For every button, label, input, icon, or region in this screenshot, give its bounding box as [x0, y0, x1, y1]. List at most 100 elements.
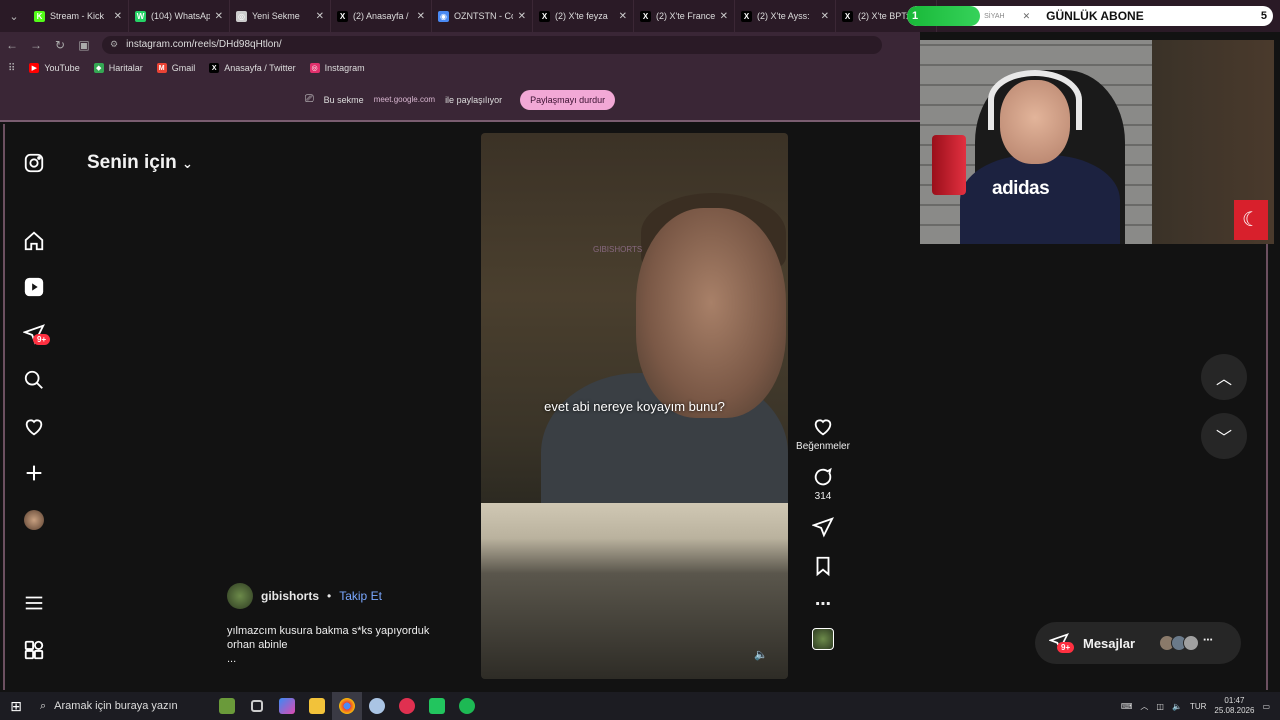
- description-line-1: yılmazcım kusura bakma s*ks yapıyorduk: [227, 625, 430, 637]
- browser-tab[interactable]: K Stream - Kick ✕: [28, 0, 129, 32]
- tab-search-chevron-icon[interactable]: ⌄: [0, 10, 28, 23]
- address-bar-row: ← → ↻ ▣ ⚙ instagram.com/reels/DHd98qHtlo…: [0, 32, 920, 57]
- profile-avatar[interactable]: [23, 509, 45, 531]
- sub-count-current: 1: [912, 10, 919, 22]
- copilot-icon[interactable]: [272, 692, 302, 720]
- follow-button[interactable]: Takip Et: [339, 589, 382, 603]
- reload-icon[interactable]: ↻: [48, 38, 72, 52]
- file-explorer-icon[interactable]: [302, 692, 332, 720]
- close-tab-icon[interactable]: ✕: [417, 11, 425, 22]
- notification-center-icon[interactable]: ▭: [1262, 702, 1270, 711]
- close-tab-icon[interactable]: ✕: [114, 11, 122, 22]
- kick-icon: K: [34, 10, 45, 22]
- close-tab-icon[interactable]: ✕: [316, 11, 324, 22]
- shirt-logo-text: adidas: [992, 178, 1050, 199]
- tray-expand-icon[interactable]: ︿: [1140, 701, 1148, 712]
- bookmark-item[interactable]: ◎ Instagram: [309, 63, 365, 73]
- url-field[interactable]: ⚙ instagram.com/reels/DHd98qHtlon/: [102, 35, 882, 54]
- turkey-flag-icon: ☾: [1234, 200, 1268, 240]
- close-tab-icon[interactable]: ✕: [821, 11, 829, 22]
- comment-button[interactable]: 314: [795, 466, 851, 502]
- notifications-heart-icon[interactable]: [23, 416, 45, 438]
- previous-reel-button[interactable]: ︿: [1201, 354, 1247, 400]
- browser-tab[interactable]: W (104) WhatsApp ✕: [129, 0, 230, 32]
- next-reel-button[interactable]: ﹀: [1201, 413, 1247, 459]
- bookmark-item[interactable]: X Anasayfa / Twitter: [209, 63, 296, 73]
- share-domain: meet.google.com: [373, 95, 436, 104]
- network-icon[interactable]: ◫: [1156, 702, 1164, 711]
- close-tab-icon[interactable]: ✕: [720, 11, 728, 22]
- screen-share-icon: ⎚: [304, 93, 314, 105]
- comments-count: 314: [814, 491, 832, 502]
- share-button[interactable]: [795, 516, 851, 541]
- also-from-meta-icon[interactable]: [23, 639, 45, 661]
- bookmark-item[interactable]: ◆ Haritalar: [93, 63, 143, 73]
- tabs-container: K Stream - Kick ✕ W (104) WhatsApp ✕ ◎ Yeni Sek…: [28, 0, 937, 32]
- description-more[interactable]: ...: [227, 652, 457, 666]
- back-icon[interactable]: ←: [0, 38, 24, 52]
- chevron-down-icon: ⌄: [182, 156, 193, 171]
- keyboard-icon[interactable]: ⌨: [1121, 702, 1133, 711]
- share-prefix: Bu sekme: [323, 94, 364, 105]
- more-options-icon[interactable]: ⋯: [795, 594, 851, 614]
- comment-icon: [814, 467, 832, 486]
- create-plus-icon[interactable]: [23, 462, 45, 484]
- bookmark-label: Instagram: [324, 63, 365, 73]
- save-button[interactable]: [795, 555, 851, 580]
- close-tab-icon[interactable]: ✕: [1023, 11, 1031, 22]
- home-icon[interactable]: [23, 230, 45, 252]
- browser-tab[interactable]: X (2) X'te feyza ✕: [533, 0, 634, 32]
- instagram-logo-icon[interactable]: [23, 152, 45, 174]
- browser-tab[interactable]: X (2) Anasayfa / ✕: [331, 0, 432, 32]
- notification-badge: 9+: [33, 334, 51, 345]
- windows-start-icon[interactable]: ⊞: [0, 698, 32, 715]
- like-button[interactable]: Beğenmeler: [795, 416, 851, 452]
- language-indicator[interactable]: TUR: [1190, 702, 1206, 711]
- site-info-icon[interactable]: ⚙: [110, 39, 118, 50]
- taskbar-search[interactable]: ⌕ Aramak için buraya yazın: [32, 692, 212, 720]
- clock[interactable]: 01:47 25.08.2026: [1214, 696, 1254, 716]
- stop-sharing-button[interactable]: Paylaşmayı durdur: [520, 89, 616, 110]
- bookmark-item[interactable]: ▶ YouTube: [29, 63, 80, 73]
- close-tab-icon[interactable]: ✕: [215, 11, 223, 22]
- obs-icon[interactable]: [392, 692, 422, 720]
- settings-app-icon[interactable]: [362, 692, 392, 720]
- webcam-overlay: adidas ☾: [920, 40, 1274, 244]
- tab-label: Yeni Sekme: [252, 11, 300, 21]
- chrome-icon[interactable]: [332, 692, 362, 720]
- share-suffix: ile paylaşılıyor: [445, 94, 503, 105]
- url-text: instagram.com/reels/DHd98qHtlon/: [126, 39, 282, 50]
- author-username[interactable]: gibishorts: [261, 589, 319, 603]
- reel-actions: Beğenmeler 314 ⋯: [795, 416, 851, 664]
- author-avatar[interactable]: [227, 583, 253, 609]
- messages-label: Mesajlar: [1083, 635, 1136, 651]
- task-view-icon[interactable]: [242, 692, 272, 720]
- headset-icon: [988, 70, 1082, 130]
- volume-tray-icon[interactable]: 🔈: [1172, 702, 1182, 711]
- game-app-icon[interactable]: [212, 692, 242, 720]
- clock-date: 25.08.2026: [1214, 706, 1255, 715]
- more-menu-icon[interactable]: [23, 592, 45, 614]
- reel-video[interactable]: GIBISHORTS evet abi nereye koyayım bunu?…: [481, 133, 788, 679]
- spotify-icon[interactable]: [452, 692, 482, 720]
- video-subtitle: evet abi nereye koyayım bunu?: [544, 399, 725, 414]
- audio-thumbnail[interactable]: [795, 628, 851, 650]
- sidepanel-icon[interactable]: ▣: [72, 38, 96, 52]
- likes-label: Beğenmeler: [796, 441, 850, 452]
- bookmark-item[interactable]: M Gmail: [156, 63, 195, 73]
- close-tab-icon[interactable]: ✕: [518, 11, 526, 22]
- close-tab-icon[interactable]: ✕: [619, 11, 627, 22]
- feed-title-dropdown[interactable]: Senin için ⌄: [87, 152, 193, 174]
- streaming-app-icon[interactable]: [422, 692, 452, 720]
- browser-tab[interactable]: X (2) X'te France ✕: [634, 0, 735, 32]
- volume-icon[interactable]: 🔈: [754, 648, 768, 661]
- browser-tab[interactable]: ◉ OZNTSTN - Co ✕: [432, 0, 533, 32]
- browser-tab[interactable]: ◎ Yeni Sekme ✕: [230, 0, 331, 32]
- author-separator: •: [327, 589, 332, 603]
- forward-icon[interactable]: →: [24, 38, 48, 52]
- search-icon[interactable]: [23, 369, 45, 391]
- reels-icon[interactable]: [23, 276, 45, 298]
- apps-grid-icon[interactable]: ⠿: [8, 63, 15, 74]
- messages-button[interactable]: 9+ Mesajlar ⋯: [1035, 622, 1241, 664]
- browser-tab[interactable]: X (2) X'te Ayss: ✕: [735, 0, 836, 32]
